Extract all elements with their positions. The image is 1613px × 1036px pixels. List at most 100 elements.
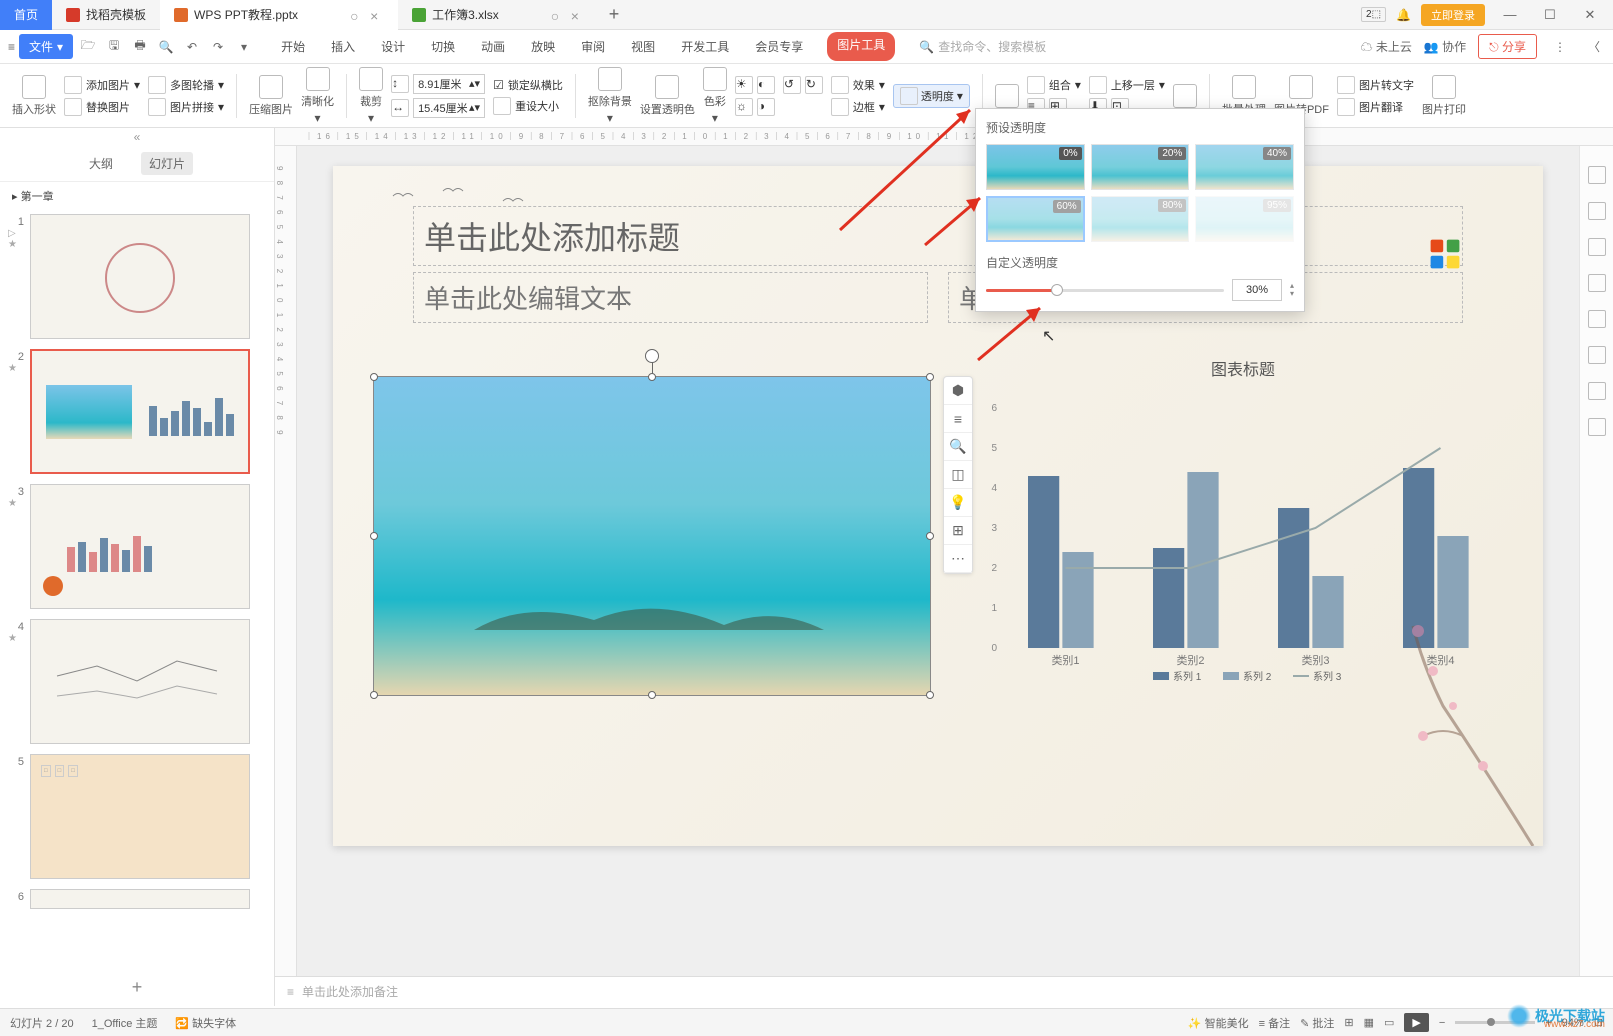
slider-thumb[interactable] <box>1051 284 1063 296</box>
remove-bg-button[interactable]: 抠除背景▾ <box>588 67 632 125</box>
float-ai-icon[interactable]: ⊞ <box>944 517 972 545</box>
view-sorter-icon[interactable]: ▦ <box>1364 1016 1374 1029</box>
replace-picture-button[interactable]: 替换图片 <box>64 98 140 116</box>
close-icon[interactable]: ○ <box>551 8 565 22</box>
maximize-button[interactable]: ☐ <box>1535 7 1565 23</box>
zoom-out-icon[interactable]: − <box>1439 1017 1445 1029</box>
open-icon[interactable]: 🗁 <box>77 36 99 58</box>
smart-beauty-button[interactable]: ✨ 智能美化 <box>1188 1015 1249 1031</box>
brightness-down-icon[interactable]: ☼ <box>735 98 753 116</box>
preset-40[interactable]: 40% <box>1195 144 1294 190</box>
height-input[interactable]: 8.91厘米▴▾ <box>413 74 485 94</box>
outline-tab[interactable]: 大纲 <box>81 152 121 175</box>
notification-icon[interactable]: 🔔 <box>1396 8 1411 22</box>
effect-button[interactable]: 效果▾ <box>831 76 885 94</box>
width-input[interactable]: 15.45厘米▴▾ <box>413 98 485 118</box>
color-button[interactable]: 色彩▾ <box>703 67 727 125</box>
dropdown-icon[interactable]: ▾ <box>233 36 255 58</box>
preset-95[interactable]: 95% <box>1195 196 1294 242</box>
preset-60[interactable]: 60% <box>986 196 1085 242</box>
rt-animation-icon[interactable] <box>1588 202 1606 220</box>
notes-toggle[interactable]: ≡ 备注 <box>1259 1015 1290 1031</box>
menu-insert[interactable]: 插入 <box>329 32 357 61</box>
compress-button[interactable]: 压缩图片 <box>249 75 293 117</box>
picture-join-button[interactable]: 图片拼接▾ <box>148 98 224 116</box>
contrast-icon[interactable]: ◐ <box>757 76 775 94</box>
pic-print-button[interactable]: 图片打印 <box>1422 75 1466 117</box>
transparency-slider[interactable] <box>986 289 1224 292</box>
text-placeholder-left[interactable]: 单击此处编辑文本 <box>413 272 928 323</box>
menu-slideshow[interactable]: 放映 <box>529 32 557 61</box>
tab-ppt-file[interactable]: WPS PPT教程.pptx ○ × <box>160 0 398 30</box>
selected-image[interactable] <box>373 376 931 696</box>
menu-start[interactable]: 开始 <box>279 32 307 61</box>
resize-handle-se[interactable] <box>926 691 934 699</box>
play-button[interactable]: ▶ <box>1404 1013 1428 1032</box>
menu-icon[interactable]: ≡ <box>8 40 15 54</box>
search-box[interactable]: 🔍 查找命令、搜索模板 <box>919 38 1046 55</box>
review-toggle[interactable]: ✎ 批注 <box>1300 1015 1334 1031</box>
menu-view[interactable]: 视图 <box>629 32 657 61</box>
pic-to-text-button[interactable]: 图片转文字 <box>1337 76 1414 94</box>
login-button[interactable]: 立即登录 <box>1421 4 1485 26</box>
thumb-3[interactable]: 3★ <box>8 484 266 609</box>
selection-button[interactable] <box>1173 84 1197 108</box>
float-zoom-icon[interactable]: 🔍 <box>944 433 972 461</box>
resize-handle-n[interactable] <box>648 373 656 381</box>
file-menu[interactable]: 文件▾ <box>19 34 73 59</box>
close-window-button[interactable]: ✕ <box>1575 7 1605 23</box>
set-trans-color-button[interactable]: 设置透明色 <box>640 75 695 117</box>
menu-member[interactable]: 会员专享 <box>753 32 805 61</box>
add-slide-button[interactable]: + <box>0 969 274 1006</box>
close-icon[interactable]: × <box>370 8 384 22</box>
rotate-right-icon[interactable]: ↻ <box>805 76 823 94</box>
tab-xlsx-file[interactable]: 工作簿3.xlsx ○ × <box>398 0 599 30</box>
float-layers-icon[interactable]: ≡ <box>944 405 972 433</box>
minimize-button[interactable]: — <box>1495 7 1525 22</box>
close-icon[interactable]: × <box>571 8 585 22</box>
menu-design[interactable]: 设计 <box>379 32 407 61</box>
close-icon[interactable]: ○ <box>350 8 364 22</box>
resize-handle-nw[interactable] <box>370 373 378 381</box>
sharpen-button[interactable]: 清晰化▾ <box>301 67 334 125</box>
chapter-label[interactable]: ▸ 第一章 <box>0 182 274 210</box>
share-button[interactable]: ⎋ 分享 <box>1478 34 1537 59</box>
thumb-1[interactable]: 1▷★ <box>8 214 266 339</box>
thumb-5[interactable]: 5 □□□ <box>8 754 266 879</box>
float-fill-icon[interactable]: ⬢ <box>944 377 972 405</box>
float-crop-icon[interactable]: ◫ <box>944 461 972 489</box>
rt-transition-icon[interactable] <box>1588 238 1606 256</box>
thumb-2[interactable]: 2★ <box>8 349 266 474</box>
menu-transition[interactable]: 切换 <box>429 32 457 61</box>
menu-devtools[interactable]: 开发工具 <box>679 32 731 61</box>
save-icon[interactable]: 🖫 <box>103 36 125 58</box>
preset-80[interactable]: 80% <box>1091 196 1190 242</box>
notes-bar[interactable]: ≡ 单击此处添加备注 <box>275 976 1613 1006</box>
print-icon[interactable]: 🖶 <box>129 36 151 58</box>
contrast-down-icon[interactable]: ◑ <box>757 98 775 116</box>
crop-button[interactable]: 裁剪▾ <box>359 67 383 125</box>
add-picture-button[interactable]: 添加图片▾ <box>64 76 140 94</box>
insert-shape-button[interactable]: 插入形状 <box>12 75 56 117</box>
tab-home[interactable]: 首页 <box>0 0 52 30</box>
resize-handle-s[interactable] <box>648 691 656 699</box>
lock-ratio-checkbox[interactable]: ☑ 锁定纵横比 <box>493 77 563 93</box>
menu-picture-tools[interactable]: 图片工具 <box>827 32 895 61</box>
menu-animation[interactable]: 动画 <box>479 32 507 61</box>
menu-review[interactable]: 审阅 <box>579 32 607 61</box>
slides-tab[interactable]: 幻灯片 <box>141 152 193 175</box>
badge-icon[interactable]: 2⬚ <box>1361 7 1386 22</box>
rt-material-icon[interactable] <box>1588 310 1606 328</box>
resize-handle-sw[interactable] <box>370 691 378 699</box>
view-normal-icon[interactable]: ⊞ <box>1344 1016 1353 1029</box>
reset-size-button[interactable]: 重设大小 <box>493 97 563 115</box>
resize-handle-e[interactable] <box>926 532 934 540</box>
preview-icon[interactable]: 🔍 <box>155 36 177 58</box>
thumb-4[interactable]: 4★ <box>8 619 266 744</box>
rotate-handle[interactable] <box>645 349 659 363</box>
slide-canvas[interactable]: 单击此处添加标题 单击此处编辑文本 单击此处编辑文本 <box>333 166 1543 846</box>
float-idea-icon[interactable]: 💡 <box>944 489 972 517</box>
tab-templates[interactable]: 找稻壳模板 <box>52 0 160 30</box>
pic-translate-button[interactable]: 图片翻译 <box>1337 98 1414 116</box>
resize-handle-ne[interactable] <box>926 373 934 381</box>
